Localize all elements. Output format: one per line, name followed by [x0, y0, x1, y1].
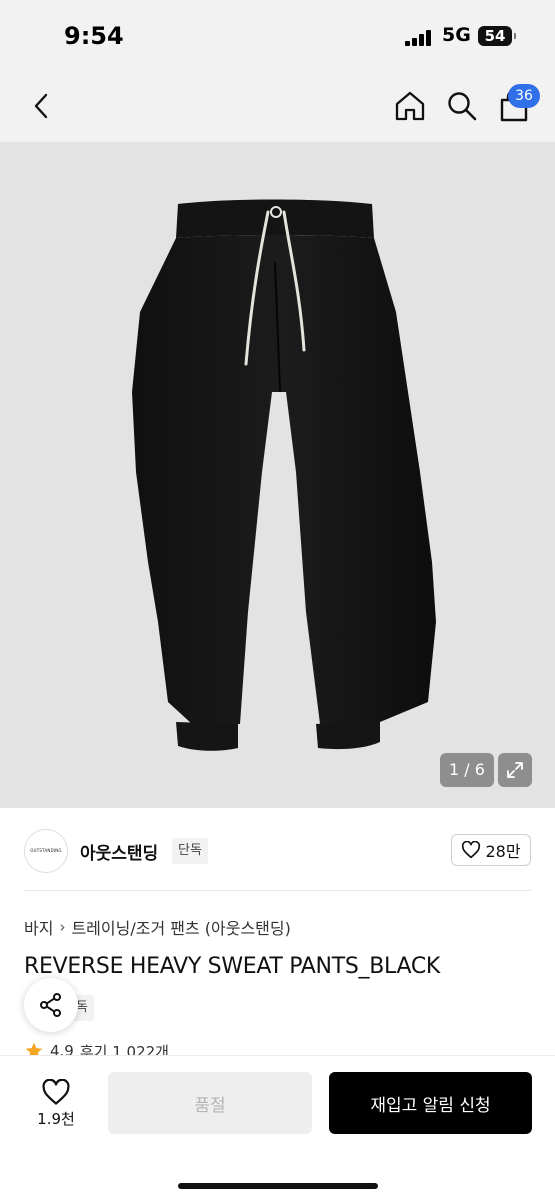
network-label: 5G — [442, 24, 471, 46]
pants-image — [132, 199, 436, 751]
breadcrumb-item[interactable]: 바지 — [24, 915, 53, 939]
divider — [24, 890, 531, 891]
expand-icon — [507, 762, 523, 778]
home-indicator — [178, 1183, 378, 1189]
battery-icon: 54 — [478, 26, 516, 46]
heart-icon — [42, 1079, 70, 1105]
search-button[interactable] — [442, 86, 482, 126]
restock-alert-button[interactable]: 재입고 알림 신청 — [329, 1072, 532, 1134]
share-button[interactable] — [24, 978, 78, 1032]
chevron-left-icon — [34, 93, 48, 119]
product-image[interactable] — [0, 142, 555, 808]
app-header — [0, 70, 555, 142]
brand-like-button[interactable]: 28만 — [451, 834, 531, 866]
exclusive-badge: 단독 — [172, 838, 208, 864]
search-icon — [448, 92, 477, 121]
share-icon — [40, 993, 61, 1017]
back-button[interactable] — [24, 86, 58, 126]
brand-name[interactable]: 아웃스탠딩 — [80, 839, 158, 864]
expand-button[interactable] — [498, 753, 532, 787]
cart-count-badge: 36 — [508, 84, 540, 108]
signal-icon — [405, 30, 433, 46]
wishlist-count: 1.9천 — [37, 1110, 75, 1128]
wishlist-button[interactable]: 1.9천 — [22, 1074, 90, 1134]
brand-like-count: 28만 — [485, 842, 521, 861]
chevron-right-icon: › — [59, 918, 66, 936]
home-icon — [395, 91, 425, 121]
brand-logo[interactable]: OUTSTANDING — [24, 829, 68, 873]
image-counter: 1 / 6 — [440, 753, 494, 787]
breadcrumb: 바지 › 트레이닝/조거 팬츠 (아웃스탠딩) — [24, 915, 291, 939]
heart-icon — [462, 841, 481, 859]
status-bar: 9:54 5G 54 — [0, 0, 555, 70]
breadcrumb-item[interactable]: 트레이닝/조거 팬츠 (아웃스탠딩) — [71, 915, 290, 939]
product-title: REVERSE HEAVY SWEAT PANTS_BLACK — [24, 954, 441, 979]
home-button[interactable] — [390, 86, 430, 126]
soldout-button: 품절 — [108, 1072, 312, 1134]
status-time: 9:54 — [64, 22, 124, 50]
